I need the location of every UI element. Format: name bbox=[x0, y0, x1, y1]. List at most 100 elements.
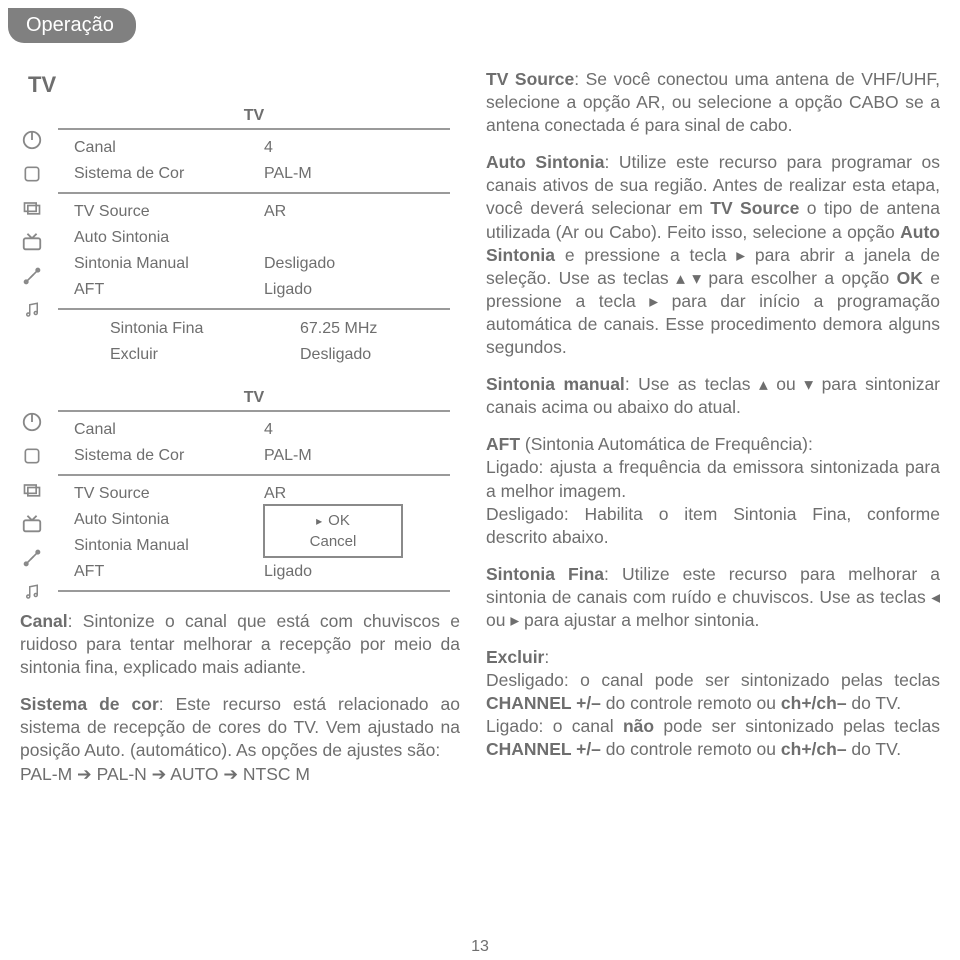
square-icon bbox=[20, 444, 44, 468]
para-sequence: PAL-M ➔ PAL-N ➔ AUTO ➔ NTSC M bbox=[20, 764, 310, 784]
power-icon bbox=[20, 128, 44, 152]
para-sistema: Sistema de cor: Este recurso está relaci… bbox=[20, 693, 460, 785]
popup-cancel: Cancel bbox=[265, 531, 401, 552]
page-number: 13 bbox=[0, 938, 960, 956]
text: Ligado: ajusta a frequência da emissora … bbox=[486, 457, 940, 500]
row-label: AFT bbox=[74, 281, 264, 299]
row-value: 67.25 MHz bbox=[300, 320, 450, 338]
music-icon bbox=[20, 580, 44, 604]
para-sintoniafina: Sintonia Fina: Utilize este recurso para… bbox=[486, 563, 940, 632]
term: não bbox=[623, 716, 654, 736]
tv-menu-1: TV Canal4 Sistema de CorPAL-M TV SourceA… bbox=[58, 104, 450, 310]
menu-row: AFTLigado bbox=[58, 559, 450, 585]
tv-menu-2: TV Canal4 Sistema de CorPAL-M TV SourceA… bbox=[58, 386, 450, 592]
text: do TV. bbox=[847, 739, 902, 759]
term: ch+/ch– bbox=[781, 739, 847, 759]
tv-icon bbox=[20, 230, 44, 254]
stack-icon bbox=[20, 478, 44, 502]
para-excluir: Excluir: Desligado: o canal pode ser sin… bbox=[486, 646, 940, 761]
text: e pressione a tecla ▸ para abrir a janel… bbox=[486, 245, 940, 288]
row-label: Canal bbox=[74, 139, 264, 157]
row-label: Canal bbox=[74, 421, 264, 439]
menu-row: Sintonia Fina67.25 MHz bbox=[94, 316, 450, 342]
row-label: AFT bbox=[74, 563, 264, 581]
term: Auto Sintonia bbox=[486, 152, 604, 172]
row-label: Sintonia Manual bbox=[74, 537, 264, 555]
term: AFT bbox=[486, 434, 520, 454]
text: do TV. bbox=[847, 693, 902, 713]
term: TV Source bbox=[710, 198, 799, 218]
para-autosintonia: Auto Sintonia: Utilize este recurso para… bbox=[486, 151, 940, 359]
row-value: AR bbox=[264, 485, 450, 503]
row-label: Excluir bbox=[110, 346, 300, 364]
tools-icon bbox=[20, 546, 44, 570]
menu-row: Canal4 bbox=[58, 135, 450, 161]
term: Excluir bbox=[486, 647, 544, 667]
menu-row: Sistema de CorPAL-M bbox=[58, 161, 450, 187]
row-label: Auto Sintonia bbox=[74, 229, 264, 247]
term: TV Source bbox=[486, 69, 574, 89]
tools-icon bbox=[20, 264, 44, 288]
text: Desligado: o canal pode ser sintonizado … bbox=[486, 670, 940, 690]
menu-row: Sistema de CorPAL-M bbox=[58, 443, 450, 469]
para-canal: Canal: Sintonize o canal que está com ch… bbox=[20, 610, 460, 679]
popup-ok: OK bbox=[265, 510, 401, 531]
row-value: Ligado bbox=[264, 563, 450, 581]
para-sintoniamanual: Sintonia manual: Use as teclas ▴ ou ▾ pa… bbox=[486, 373, 940, 419]
row-value: 4 bbox=[264, 139, 450, 157]
section-badge: Operação bbox=[8, 8, 136, 43]
row-label: Sistema de Cor bbox=[74, 447, 264, 465]
term: ch+/ch– bbox=[781, 693, 847, 713]
row-label: TV Source bbox=[74, 485, 264, 503]
menu-extra-rows: Sintonia Fina67.25 MHz ExcluirDesligado bbox=[94, 310, 450, 368]
music-icon bbox=[20, 298, 44, 322]
row-label: Sistema de Cor bbox=[74, 165, 264, 183]
text: : bbox=[544, 647, 549, 667]
row-value: 4 bbox=[264, 421, 450, 439]
term: Sintonia manual bbox=[486, 374, 625, 394]
term-sistema: Sistema de cor bbox=[20, 694, 159, 714]
text: pode ser sintonizado pelas teclas bbox=[654, 716, 940, 736]
para-aft: AFT (Sintonia Automática de Frequência):… bbox=[486, 433, 940, 548]
menu-sidebar-icons bbox=[20, 410, 44, 604]
menu-title: TV bbox=[58, 386, 450, 412]
menu-row: ExcluirDesligado bbox=[94, 342, 450, 368]
text: do controle remoto ou bbox=[601, 739, 781, 759]
row-value: Ligado bbox=[264, 281, 450, 299]
term: CHANNEL +/– bbox=[486, 693, 601, 713]
term: Sintonia Fina bbox=[486, 564, 604, 584]
power-icon bbox=[20, 410, 44, 434]
menu-title: TV bbox=[58, 104, 450, 130]
menu-sidebar-icons bbox=[20, 128, 44, 322]
right-column: TV Source: Se você conectou uma antena d… bbox=[486, 68, 940, 950]
text: do controle remoto ou bbox=[601, 693, 781, 713]
term: OK bbox=[897, 268, 923, 288]
square-icon bbox=[20, 162, 44, 186]
row-value: PAL-M bbox=[264, 447, 450, 465]
menu-row: Canal4 bbox=[58, 417, 450, 443]
stack-icon bbox=[20, 196, 44, 220]
menu-row: AFTLigado bbox=[58, 277, 450, 303]
menu-row: Sintonia ManualDesligado bbox=[58, 251, 450, 277]
row-value: Desligado bbox=[300, 346, 450, 364]
text: Desligado: Habilita o item Sintonia Fina… bbox=[486, 504, 940, 547]
row-label: Auto Sintonia bbox=[74, 511, 264, 529]
para-text: : Sintonize o canal que está com chuvisc… bbox=[20, 611, 460, 677]
menu-row: TV SourceAR bbox=[58, 199, 450, 225]
left-column: TV TV Canal4 Sistema de CorPAL-M bbox=[20, 68, 460, 950]
row-label: Sintonia Fina bbox=[110, 320, 300, 338]
text: (Sintonia Automática de Frequência): bbox=[520, 434, 813, 454]
row-value: PAL-M bbox=[264, 165, 450, 183]
tv-icon bbox=[20, 512, 44, 536]
tv-heading: TV bbox=[28, 72, 460, 98]
term-canal: Canal bbox=[20, 611, 68, 631]
row-value: AR bbox=[264, 203, 450, 221]
menu-row: Auto Sintonia bbox=[58, 225, 450, 251]
para-tvsource: TV Source: Se você conectou uma antena d… bbox=[486, 68, 940, 137]
row-label: Sintonia Manual bbox=[74, 255, 264, 273]
confirm-popup: OK Cancel bbox=[263, 504, 403, 558]
text: Ligado: o canal bbox=[486, 716, 623, 736]
term: CHANNEL +/– bbox=[486, 739, 601, 759]
row-value: Desligado bbox=[264, 255, 450, 273]
row-label: TV Source bbox=[74, 203, 264, 221]
